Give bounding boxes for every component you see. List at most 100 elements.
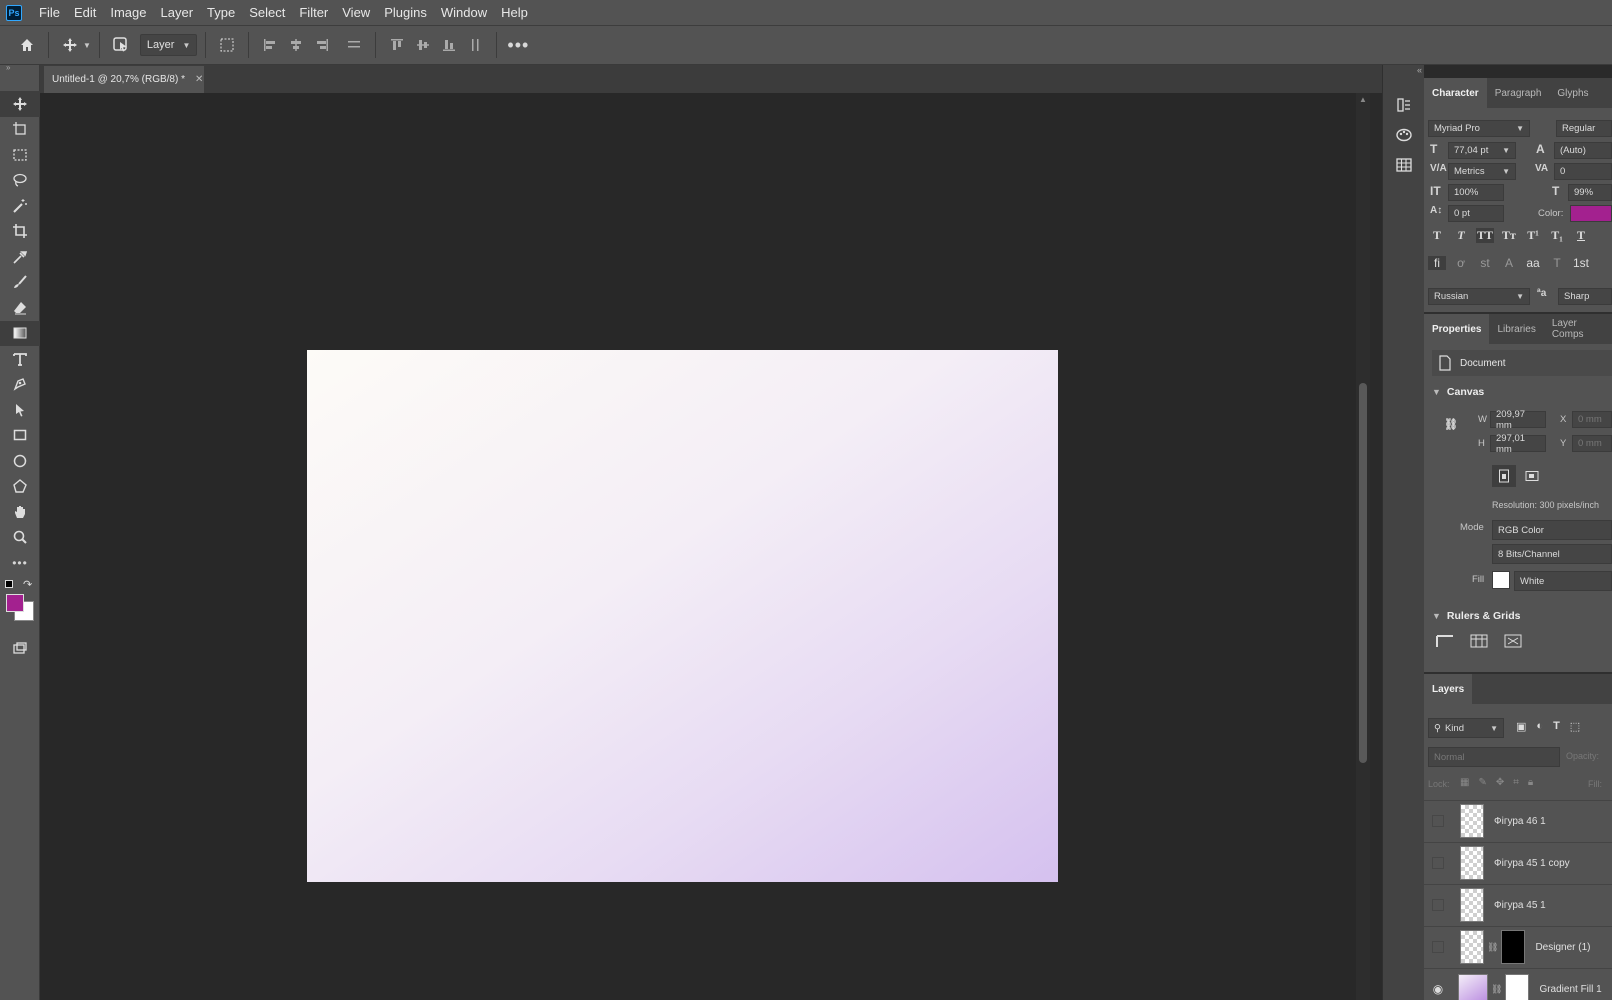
menu-type[interactable]: Type [200, 0, 242, 25]
lock-all-icon[interactable]: 🔒︎ [1528, 777, 1533, 788]
document-tab[interactable]: Untitled-1 @ 20,7% (RGB/8) * ✕ [44, 66, 204, 93]
hand-tool[interactable] [0, 499, 40, 525]
rectangle-tool[interactable] [0, 423, 40, 449]
visibility-toggle[interactable] [1432, 815, 1444, 827]
lasso-tool[interactable] [0, 168, 40, 194]
titling-icon[interactable]: T [1548, 256, 1566, 270]
menu-help[interactable]: Help [494, 0, 535, 25]
visibility-toggle[interactable] [1432, 857, 1444, 869]
subscript-icon[interactable]: T₁ [1548, 228, 1566, 243]
ligatures-icon[interactable]: ﬁ [1428, 256, 1446, 270]
lock-transparent-icon[interactable]: ▦ [1460, 777, 1469, 788]
tab-libraries[interactable]: Libraries [1489, 314, 1543, 344]
auto-select-icon[interactable] [108, 32, 134, 58]
transform-controls-icon[interactable] [214, 32, 240, 58]
menu-edit[interactable]: Edit [67, 0, 103, 25]
layer-row[interactable]: Фігура 46 1 [1424, 800, 1612, 841]
ruler-icon[interactable] [1436, 634, 1454, 648]
eye-icon[interactable]: ◉ [1433, 982, 1443, 996]
zoom-tool[interactable] [0, 525, 40, 551]
tab-glyphs[interactable]: Glyphs [1549, 78, 1596, 108]
default-colors-icon[interactable] [5, 579, 13, 588]
y-field[interactable]: 0 mm [1572, 435, 1612, 452]
color-mode-dropdown[interactable]: RGB Color [1492, 520, 1612, 540]
align-middle-icon[interactable] [410, 32, 436, 58]
layer-mask-thumbnail[interactable] [1505, 974, 1530, 1000]
font-family-dropdown[interactable]: Myriad Pro ▼ [1428, 120, 1530, 137]
document-canvas[interactable] [307, 350, 1058, 882]
align-top-icon[interactable] [384, 32, 410, 58]
canvas-section-header[interactable]: ▼ Canvas [1432, 386, 1484, 398]
marquee-tool[interactable] [0, 142, 40, 168]
vertical-scrollbar[interactable]: ▲ [1356, 93, 1370, 1000]
layer-row[interactable]: ◉ ⛓ Gradient Fill 1 [1424, 968, 1612, 1000]
text-color-swatch[interactable] [1570, 205, 1612, 222]
faux-italic-icon[interactable]: T [1452, 228, 1470, 243]
tracking-field[interactable]: 0 [1554, 163, 1612, 180]
scroll-up-icon[interactable]: ▲ [1359, 95, 1367, 104]
custom-shape-tool[interactable] [0, 474, 40, 500]
canvas-workspace[interactable] [40, 93, 1370, 1000]
align-right-icon[interactable] [309, 32, 335, 58]
leading-field[interactable]: (Auto) [1554, 142, 1612, 159]
home-icon[interactable] [14, 32, 40, 58]
discretionary-ligatures-icon[interactable]: st [1476, 256, 1494, 270]
more-tools-icon[interactable]: ••• [0, 550, 40, 576]
foreground-color-swatch[interactable] [6, 593, 24, 612]
swash-icon[interactable]: A [1500, 256, 1518, 270]
width-field[interactable]: 209,97 mm [1490, 409, 1546, 431]
tab-paragraph[interactable]: Paragraph [1487, 78, 1550, 108]
menu-window[interactable]: Window [434, 0, 494, 25]
type-layer-filter-icon[interactable]: T [1553, 720, 1560, 733]
visibility-toggle[interactable] [1432, 899, 1444, 911]
magic-wand-tool[interactable] [0, 193, 40, 219]
history-icon[interactable] [1383, 90, 1425, 120]
brush-tool[interactable] [0, 270, 40, 296]
contextual-alternates-icon[interactable]: ơ [1452, 256, 1470, 270]
vertical-scale-field[interactable]: 100% [1448, 184, 1504, 201]
tab-layer-comps[interactable]: Layer Comps [1544, 314, 1612, 344]
crop-tool[interactable] [0, 219, 40, 245]
layer-row[interactable]: Фігура 45 1 [1424, 884, 1612, 925]
more-options-icon[interactable]: ••• [505, 32, 531, 58]
menu-select[interactable]: Select [242, 0, 292, 25]
fill-dropdown[interactable]: White [1514, 571, 1612, 591]
layer-filter-dropdown[interactable]: ⚲ Kind ▼ [1428, 718, 1504, 738]
lock-artboard-icon[interactable]: ⌗ [1513, 777, 1519, 788]
swap-colors-icon[interactable]: ↷ [23, 578, 32, 591]
small-caps-icon[interactable]: Tт [1500, 228, 1518, 243]
fill-color-swatch[interactable] [1492, 571, 1510, 589]
move-tool-icon[interactable] [57, 32, 83, 58]
auto-select-target-dropdown[interactable]: Layer ▼ [139, 34, 198, 56]
all-caps-icon[interactable]: TT [1476, 228, 1494, 243]
underline-icon[interactable]: T [1572, 228, 1590, 243]
portrait-orientation-icon[interactable] [1492, 465, 1516, 487]
scrollbar-thumb[interactable] [1359, 383, 1367, 763]
lock-pixels-icon[interactable]: ✎ [1478, 777, 1486, 788]
bit-depth-dropdown[interactable]: 8 Bits/Channel [1492, 544, 1612, 564]
collapse-panel-icon[interactable]: « [1383, 65, 1424, 75]
faux-bold-icon[interactable]: T [1428, 228, 1446, 243]
align-left-icon[interactable] [257, 32, 283, 58]
tab-properties[interactable]: Properties [1424, 314, 1490, 344]
menu-plugins[interactable]: Plugins [377, 0, 434, 25]
tab-layers[interactable]: Layers [1424, 674, 1473, 704]
layer-mask-thumbnail[interactable] [1501, 930, 1526, 964]
screen-mode-icon[interactable] [0, 636, 40, 662]
grid-icon[interactable] [1470, 634, 1488, 648]
baseline-shift-field[interactable]: 0 pt [1448, 205, 1504, 222]
ordinals-icon[interactable]: 1st [1572, 256, 1590, 270]
align-center-icon[interactable] [283, 32, 309, 58]
landscape-orientation-icon[interactable] [1520, 465, 1544, 487]
font-style-dropdown[interactable]: Regular [1556, 120, 1612, 137]
distribute-vertical-icon[interactable] [341, 32, 367, 58]
ellipse-tool[interactable] [0, 448, 40, 474]
pen-tool[interactable] [0, 372, 40, 398]
antialias-dropdown[interactable]: Sharp [1558, 288, 1612, 305]
guides-icon[interactable] [1504, 634, 1522, 648]
menu-layer[interactable]: Layer [154, 0, 201, 25]
language-dropdown[interactable]: Russian ▼ [1428, 288, 1530, 305]
swatches-grid-icon[interactable] [1383, 150, 1425, 180]
menu-file[interactable]: File [32, 0, 67, 25]
horizontal-scale-field[interactable]: 99% [1568, 184, 1612, 201]
